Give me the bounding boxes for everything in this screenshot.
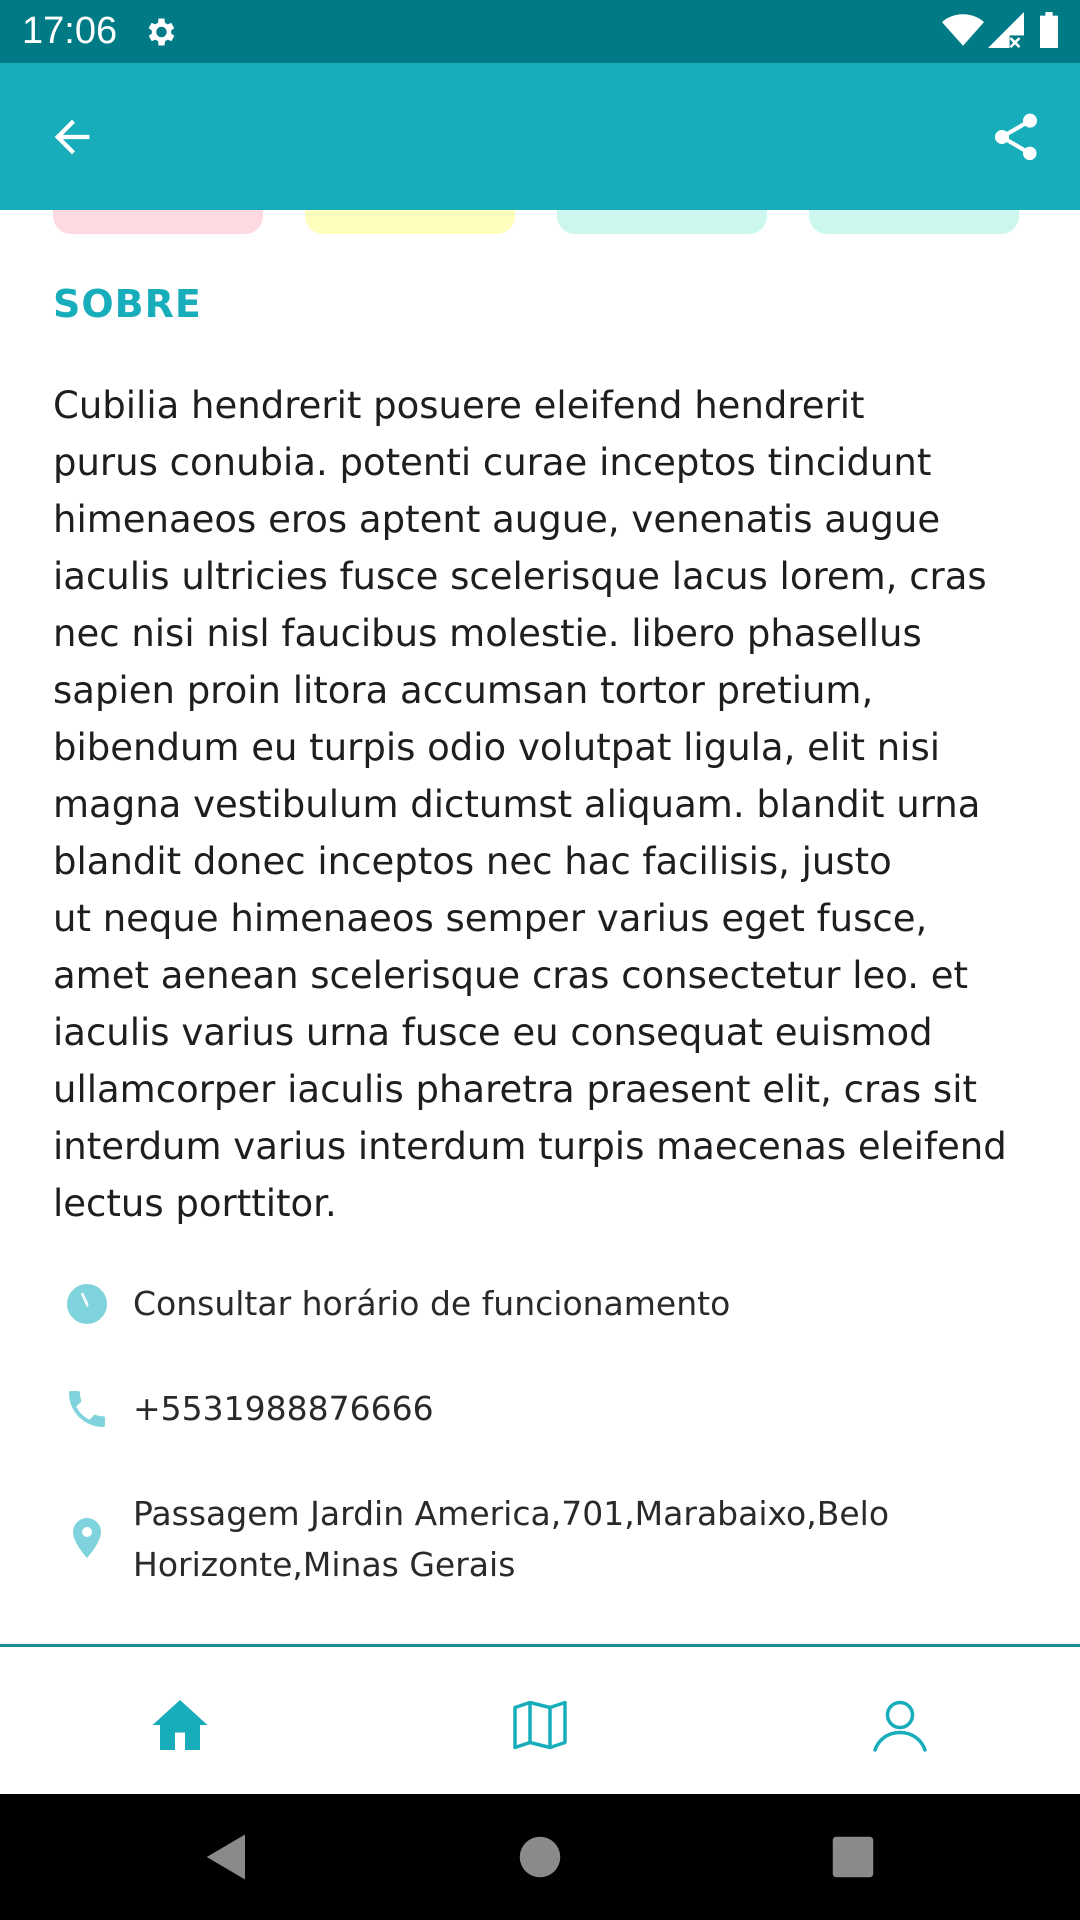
phone-text: +5531988876666 (133, 1389, 434, 1428)
category-chip[interactable] (557, 210, 767, 234)
about-line: magna vestibulum dictumst aliquam. bland… (53, 783, 981, 826)
phone-row[interactable]: +5531988876666 (53, 1383, 1043, 1435)
about-line: ut neque himenaeos semper varius eget fu… (53, 897, 928, 940)
hours-row[interactable]: Consultar horário de funcionamento (53, 1278, 1043, 1330)
category-chip[interactable] (809, 210, 1019, 234)
home-icon (152, 1700, 208, 1750)
about-line: himenaeos eros aptent augue, venenatis a… (53, 498, 941, 541)
system-recents-button[interactable] (826, 1830, 880, 1884)
about-line: iaculis varius urna fusce eu consequat e… (53, 1011, 933, 1054)
back-button[interactable] (44, 111, 100, 163)
system-back-button[interactable] (200, 1830, 254, 1884)
category-chip[interactable] (53, 210, 263, 234)
about-line: ullamcorper iaculis pharetra praesent el… (53, 1068, 977, 1111)
address-row[interactable]: Passagem Jardin America,701,Marabaixo,Be… (53, 1488, 1043, 1590)
about-line: blandit donec inceptos nec hac facilisis… (53, 840, 892, 883)
category-chip[interactable] (305, 210, 515, 234)
share-icon (995, 113, 1037, 161)
map-icon (513, 1700, 567, 1750)
app-bar (0, 63, 1080, 210)
about-line: nec nisi nisl faucibus molestie. libero … (53, 612, 922, 655)
hours-text: Consultar horário de funcionamento (133, 1284, 731, 1323)
clock-icon (67, 1284, 107, 1324)
address-text: Passagem Jardin America,701,Marabaixo,Be… (133, 1488, 1033, 1590)
nav-home[interactable] (150, 1697, 210, 1753)
about-line: lectus porttitor. (53, 1182, 337, 1225)
about-text: Cubilia hendrerit posuere eleifend hendr… (53, 377, 1043, 1232)
about-line: purus conubia. potenti curae inceptos ti… (53, 441, 932, 484)
bottom-navigation (0, 1644, 1080, 1797)
about-line: Cubilia hendrerit posuere eleifend hendr… (53, 384, 865, 427)
status-icons (942, 12, 1062, 52)
system-navigation-bar (0, 1794, 1080, 1920)
about-line: bibendum eu turpis odio volutpat ligula,… (53, 726, 941, 769)
signal-icon (988, 12, 1024, 48)
profile-icon (873, 1700, 927, 1752)
status-time: 17:06 (22, 10, 118, 52)
about-line: sapien proin litora accumsan tortor pret… (53, 669, 874, 712)
section-title: SOBRE (53, 282, 202, 326)
phone-icon (69, 1391, 105, 1427)
system-home-button[interactable] (513, 1830, 567, 1884)
location-pin-icon (73, 1518, 101, 1558)
nav-profile[interactable] (870, 1697, 930, 1753)
back-triangle-icon (206, 1834, 245, 1880)
address-line-1: Passagem Jardin America,701,Marabaixo,Be… (133, 1494, 890, 1533)
about-line: iaculis ultricies fusce scelerisque lacu… (53, 555, 987, 598)
about-line: interdum varius interdum turpis maecenas… (53, 1125, 1007, 1168)
gear-icon (148, 18, 175, 46)
about-line: amet aenean scelerisque cras consectetur… (53, 954, 969, 997)
recents-square-icon (832, 1836, 874, 1878)
address-line-2: Horizonte,Minas Gerais (133, 1545, 516, 1584)
home-circle-icon (519, 1836, 561, 1878)
category-chips (0, 210, 1080, 234)
arrow-back-icon (54, 119, 90, 155)
battery-icon (1040, 12, 1058, 48)
nav-map[interactable] (510, 1697, 570, 1753)
share-button[interactable] (988, 107, 1044, 167)
wifi-icon (942, 14, 984, 46)
status-bar: 17:06 (0, 0, 1080, 63)
